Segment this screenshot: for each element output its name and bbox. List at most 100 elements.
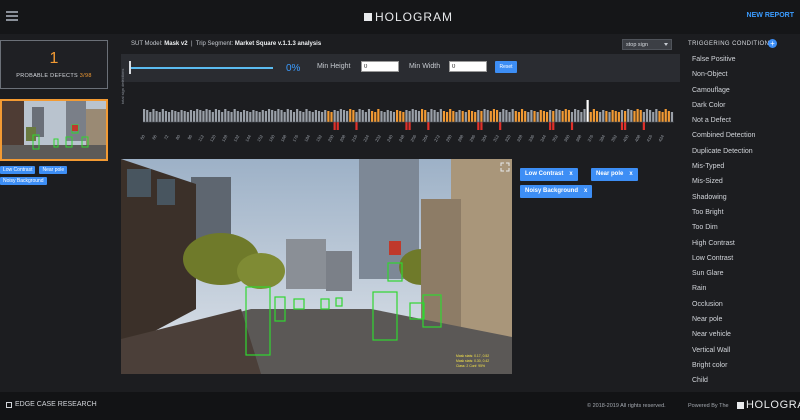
- timeline-defect-marker[interactable]: [552, 122, 555, 130]
- timeline-bar[interactable]: [530, 110, 533, 122]
- timeline-bar[interactable]: [355, 112, 358, 122]
- timeline-bar[interactable]: [146, 110, 149, 122]
- timeline-bar[interactable]: [536, 112, 539, 122]
- timeline-bar[interactable]: [592, 109, 595, 122]
- condition-item[interactable]: Near vehicle: [680, 327, 800, 342]
- condition-item[interactable]: Not a Defect: [680, 113, 800, 128]
- timeline-chart[interactable]: 60 66 72 80 96 112 120 128 132 144 152 160 168 176 184…: [121, 86, 680, 152]
- timeline-bar[interactable]: [330, 112, 333, 122]
- timeline-bar[interactable]: [311, 112, 314, 122]
- frame-thumbnail[interactable]: [0, 99, 108, 161]
- plus-circle-icon[interactable]: +: [768, 39, 777, 48]
- timeline-bar[interactable]: [483, 109, 486, 122]
- timeline-bar[interactable]: [474, 112, 477, 122]
- timeline-bar[interactable]: [602, 110, 605, 122]
- timeline-bar[interactable]: [189, 110, 193, 122]
- tag-near-pole[interactable]: Near pole x: [591, 168, 638, 181]
- timeline-bar[interactable]: [511, 109, 514, 122]
- timeline-bar[interactable]: [533, 111, 536, 122]
- timeline-bar[interactable]: [327, 111, 330, 122]
- timeline-bar[interactable]: [461, 111, 464, 122]
- timeline-bar[interactable]: [167, 112, 171, 122]
- timeline-bar[interactable]: [349, 109, 352, 122]
- timeline-bar[interactable]: [286, 109, 289, 122]
- timeline-bar[interactable]: [196, 109, 199, 122]
- timeline-bar[interactable]: [333, 110, 336, 122]
- timeline-bar[interactable]: [589, 112, 592, 122]
- timeline-bar[interactable]: [508, 112, 511, 122]
- timeline-bar[interactable]: [505, 110, 508, 122]
- timeline-bar[interactable]: [180, 110, 183, 122]
- timeline-bar[interactable]: [152, 109, 155, 122]
- timeline-bar[interactable]: [155, 111, 158, 122]
- timeline-bar[interactable]: [143, 109, 146, 122]
- condition-item[interactable]: Mis-Sized: [680, 174, 800, 189]
- timeline-bar[interactable]: [567, 110, 570, 122]
- timeline-bar[interactable]: [564, 109, 567, 122]
- timeline-bar[interactable]: [655, 109, 658, 122]
- timeline-bar[interactable]: [283, 112, 286, 122]
- timeline-bar[interactable]: [339, 109, 342, 122]
- timeline-bar[interactable]: [570, 112, 574, 122]
- timeline-bar[interactable]: [252, 110, 255, 122]
- timeline-bar[interactable]: [358, 109, 361, 122]
- timeline-defect-marker[interactable]: [408, 122, 411, 130]
- timeline-bar[interactable]: [346, 111, 349, 122]
- condition-item[interactable]: Non-Object: [680, 67, 800, 82]
- timeline-bar[interactable]: [549, 110, 552, 122]
- timeline-bar[interactable]: [199, 110, 202, 122]
- timeline-bar[interactable]: [271, 110, 274, 122]
- condition-item[interactable]: Sun Glare: [680, 266, 800, 281]
- timeline-bar[interactable]: [502, 109, 505, 122]
- timeline-bar[interactable]: [542, 111, 545, 122]
- timeline-bar[interactable]: [630, 110, 633, 122]
- timeline-bar[interactable]: [520, 109, 524, 122]
- timeline-bar[interactable]: [614, 111, 617, 122]
- timeline-bar[interactable]: [658, 111, 661, 122]
- condition-item[interactable]: Child: [680, 373, 800, 388]
- timeline-bar[interactable]: [314, 110, 317, 122]
- condition-item[interactable]: Vertical Wall: [680, 343, 800, 358]
- timeline-bar[interactable]: [477, 110, 480, 122]
- timeline-defect-marker[interactable]: [642, 122, 645, 130]
- timeline-bar[interactable]: [186, 112, 189, 122]
- condition-item[interactable]: Dark Color: [680, 98, 800, 113]
- timeline-bar[interactable]: [436, 112, 439, 122]
- timeline-bar[interactable]: [202, 111, 205, 122]
- timeline-bar[interactable]: [467, 110, 471, 122]
- timeline-bar[interactable]: [583, 109, 586, 122]
- timeline-bar[interactable]: [639, 110, 642, 122]
- timeline-defect-marker[interactable]: [549, 122, 552, 130]
- filter-select[interactable]: stop sign: [622, 39, 672, 50]
- timeline-bar[interactable]: [208, 110, 211, 122]
- main-frame-image[interactable]: Mask stats: 0.17, 0.52 Mask stats: 0.30,…: [121, 159, 512, 374]
- timeline-bar[interactable]: [558, 110, 561, 122]
- timeline-bar[interactable]: [561, 111, 564, 122]
- timeline-bar[interactable]: [617, 112, 620, 122]
- timeline-bar[interactable]: [164, 111, 168, 122]
- timeline-bar[interactable]: [396, 110, 399, 122]
- new-report-link[interactable]: NEW REPORT: [747, 12, 794, 19]
- timeline-bar[interactable]: [261, 110, 264, 122]
- timeline-bar[interactable]: [255, 111, 258, 122]
- timeline-bar[interactable]: [495, 110, 499, 122]
- thumb-tag-near-pole[interactable]: Near pole: [39, 166, 68, 174]
- timeline-bar[interactable]: [595, 111, 599, 122]
- timeline-bar[interactable]: [183, 111, 186, 122]
- timeline-bar[interactable]: [317, 111, 321, 122]
- condition-item[interactable]: Camouflage: [680, 83, 800, 98]
- condition-item[interactable]: Low Contrast: [680, 251, 800, 266]
- threshold-slider-track[interactable]: [130, 67, 273, 69]
- timeline-defect-marker[interactable]: [570, 122, 574, 130]
- timeline-bar[interactable]: [642, 112, 645, 122]
- timeline-bar[interactable]: [267, 109, 271, 122]
- timeline-bar[interactable]: [449, 109, 452, 122]
- timeline-bar[interactable]: [227, 111, 230, 122]
- timeline-bar[interactable]: [452, 111, 455, 122]
- thumb-tag-noisy-background[interactable]: Noisy Background: [0, 177, 47, 185]
- timeline-bar[interactable]: [445, 112, 449, 122]
- timeline-bar[interactable]: [492, 109, 496, 122]
- timeline-bar[interactable]: [274, 111, 277, 122]
- timeline-bar[interactable]: [470, 111, 474, 122]
- timeline-bar[interactable]: [527, 112, 530, 122]
